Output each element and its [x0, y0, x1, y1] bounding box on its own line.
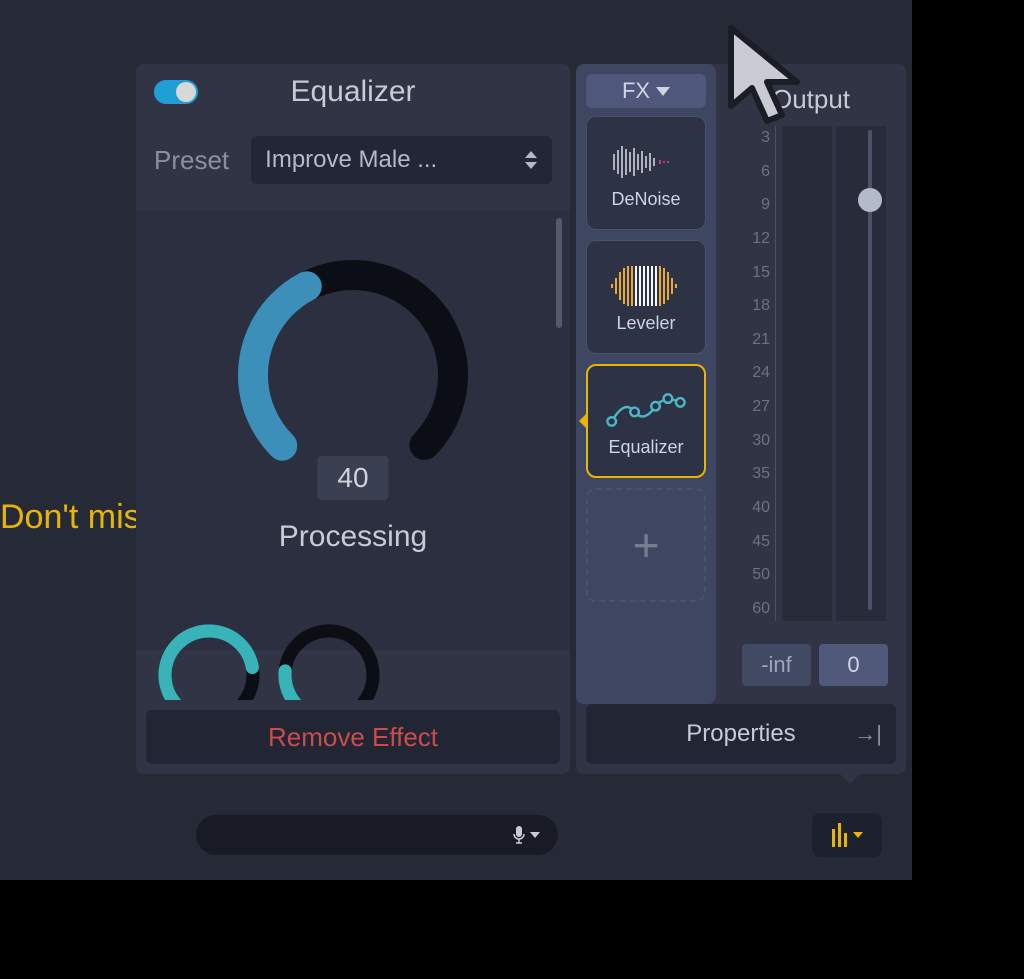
- fx-item-label: Leveler: [616, 313, 675, 334]
- readout-gain[interactable]: 0: [819, 644, 888, 686]
- tick-label: 21: [752, 332, 770, 348]
- tick-label: 60: [752, 601, 770, 617]
- output-title: Output: [716, 84, 906, 115]
- tick-label: 9: [761, 197, 770, 213]
- equalizer-panel: Equalizer Preset Improve Male ... 40 Pro…: [136, 64, 570, 774]
- fx-list: FX: [576, 64, 716, 704]
- eq-header: Equalizer: [136, 64, 570, 120]
- meter-ticks: 3 6 9 12 15 18 21 24 27 30 35 40 45 50 60: [742, 126, 776, 621]
- chevron-down-icon: [656, 87, 670, 96]
- fx-item-leveler[interactable]: Leveler: [586, 240, 706, 354]
- waveform-icon: [606, 137, 686, 187]
- remove-effect-button[interactable]: Remove Effect: [146, 710, 560, 764]
- microphone-icon: [512, 825, 540, 845]
- tick-label: 12: [752, 231, 770, 247]
- fx-add-button[interactable]: +: [586, 488, 706, 602]
- chevron-down-icon: [853, 832, 863, 838]
- equalizer-curve-icon: [606, 385, 686, 435]
- eq-enable-toggle[interactable]: [154, 80, 198, 104]
- scrollbar[interactable]: [556, 218, 562, 328]
- panel-pointer-icon: [838, 772, 862, 784]
- processing-dial[interactable]: 40: [228, 250, 478, 500]
- collapse-right-icon: →|: [854, 721, 882, 747]
- output-column: Output 3 6 9 12 15 18 21 24 27 30 35 40 45 50 60 -inf …: [716, 64, 906, 704]
- tick-label: 40: [752, 500, 770, 516]
- background-caption: Don't mis: [0, 498, 141, 537]
- fx-item-label: Equalizer: [608, 437, 683, 458]
- fx-item-equalizer[interactable]: Equalizer: [586, 364, 706, 478]
- fx-dropdown-label: FX: [622, 78, 650, 104]
- fx-top: FX: [576, 64, 906, 704]
- preset-label: Preset: [154, 145, 229, 176]
- output-readouts: -inf 0: [742, 644, 888, 686]
- tick-label: 30: [752, 433, 770, 449]
- readout-peak: -inf: [742, 644, 811, 686]
- fx-output-panel: FX: [576, 64, 906, 774]
- preset-value: Improve Male ...: [265, 146, 524, 174]
- fx-dropdown[interactable]: FX: [586, 74, 706, 108]
- mini-dials: [154, 620, 384, 700]
- output-slider-thumb[interactable]: [858, 188, 882, 212]
- tick-label: 35: [752, 466, 770, 482]
- tick-label: 27: [752, 399, 770, 415]
- fx-item-denoise[interactable]: DeNoise: [586, 116, 706, 230]
- tick-label: 24: [752, 365, 770, 381]
- mini-dial-2[interactable]: [274, 620, 384, 700]
- dial-value: 40: [317, 456, 388, 500]
- properties-label: Properties: [686, 720, 795, 748]
- tick-label: 15: [752, 265, 770, 281]
- mic-input-selector[interactable]: [196, 815, 558, 855]
- leveler-icon: [606, 261, 686, 311]
- dial-area: 40 Processing: [136, 210, 570, 650]
- fx-item-label: DeNoise: [611, 189, 680, 210]
- tick-label: 50: [752, 567, 770, 583]
- tick-label: 45: [752, 534, 770, 550]
- preset-select[interactable]: Improve Male ...: [251, 136, 552, 184]
- eq-title: Equalizer: [154, 75, 552, 109]
- plus-icon: +: [633, 518, 660, 572]
- properties-button[interactable]: Properties →|: [586, 704, 896, 764]
- preset-stepper-icon: [524, 151, 538, 169]
- meter-left: [782, 126, 832, 621]
- bottom-bar: [0, 800, 906, 870]
- tick-label: 3: [761, 130, 770, 146]
- mini-dial-1[interactable]: [154, 620, 264, 700]
- sliders-icon: [832, 823, 847, 847]
- tick-label: 18: [752, 298, 770, 314]
- preset-row: Preset Improve Male ...: [136, 120, 570, 192]
- tick-label: 6: [761, 164, 770, 180]
- chevron-down-icon: [530, 832, 540, 838]
- effects-panel-toggle[interactable]: [812, 813, 882, 857]
